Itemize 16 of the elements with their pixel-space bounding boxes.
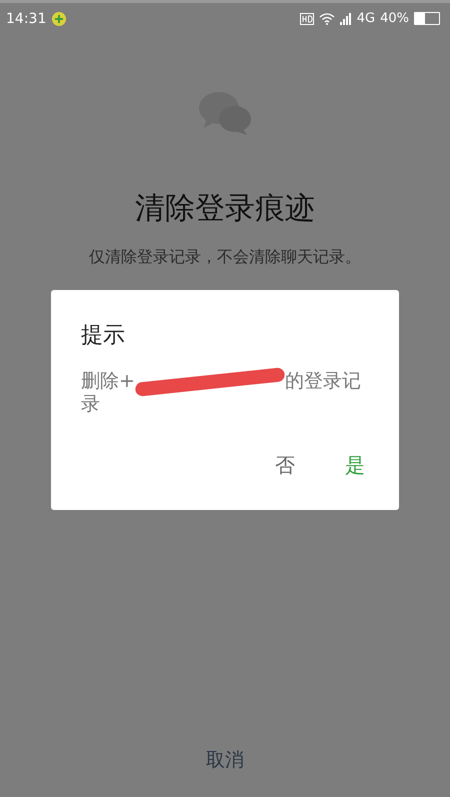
cancel-button[interactable]: 取消: [198, 743, 252, 777]
chat-bubbles-icon: [198, 90, 252, 136]
dialog-title: 提示: [81, 322, 126, 350]
hd-icon: [300, 12, 314, 24]
dialog-message: 删除+ 的登录记录: [81, 370, 373, 416]
status-time: 14:31: [6, 10, 46, 26]
yes-button[interactable]: 是: [335, 448, 375, 483]
signal-icon: [340, 12, 352, 24]
wifi-icon: [318, 12, 335, 24]
no-button[interactable]: 否: [265, 448, 305, 483]
app-notification-icon: [51, 10, 68, 26]
battery-icon: [414, 12, 440, 25]
page-title: 清除登录痕迹: [135, 190, 315, 228]
page-subtitle: 仅清除登录记录，不会清除聊天记录。: [89, 247, 361, 268]
network-type: 4G: [356, 11, 376, 26]
battery-percent: 40%: [380, 11, 409, 26]
